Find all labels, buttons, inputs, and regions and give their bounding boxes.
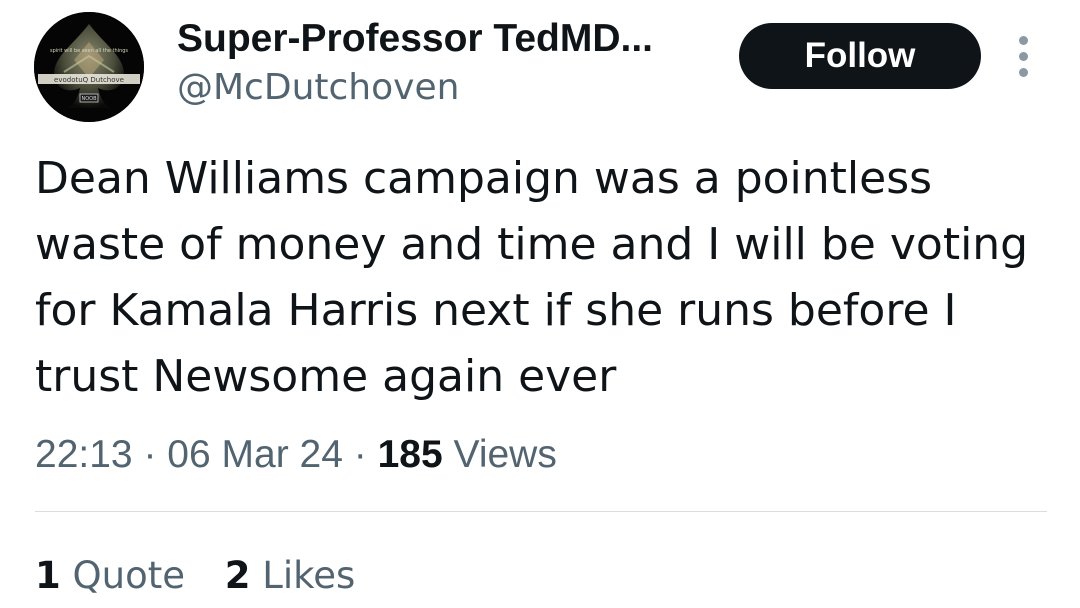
likes-count: 2 xyxy=(224,554,251,597)
avatar-band-text: evodotuQ Dutchove xyxy=(54,76,124,84)
meta-separator: · xyxy=(143,433,157,476)
avatar-small-text: NOOB xyxy=(81,96,97,102)
views-label: Views xyxy=(453,433,557,476)
spade-icon: evodotuQ Dutchove spirit will be seen al… xyxy=(34,12,144,122)
tweet-text: Dean Williams campaign was a pointless w… xyxy=(35,153,1029,402)
avatar[interactable]: evodotuQ Dutchove spirit will be seen al… xyxy=(34,12,144,122)
quotes-count: 1 xyxy=(35,554,61,597)
quotes-label: Quote xyxy=(72,554,185,597)
divider xyxy=(35,511,1047,512)
meta-separator: · xyxy=(353,433,367,476)
quotes-stat[interactable]: 1 Quote xyxy=(35,550,185,602)
tweet-date[interactable]: 06 Mar 24 xyxy=(167,433,343,476)
tweet-meta: 22:13 · 06 Mar 24 · 185 Views xyxy=(35,427,557,483)
avatar-top-text: spirit will be seen all the things xyxy=(50,48,128,54)
likes-label: Likes xyxy=(262,554,356,597)
tweet-time[interactable]: 22:13 xyxy=(35,433,133,476)
author-display-name[interactable]: Super-Professor TedMD... xyxy=(177,14,653,64)
views-count: 185 xyxy=(377,433,443,476)
author-handle[interactable]: @McDutchoven xyxy=(177,64,459,112)
likes-stat[interactable]: 2 Likes xyxy=(225,550,356,602)
engagement-stats: 1 Quote 2 Likes xyxy=(35,550,355,602)
more-vertical-icon[interactable] xyxy=(1009,32,1039,82)
follow-button[interactable]: Follow xyxy=(739,23,981,89)
